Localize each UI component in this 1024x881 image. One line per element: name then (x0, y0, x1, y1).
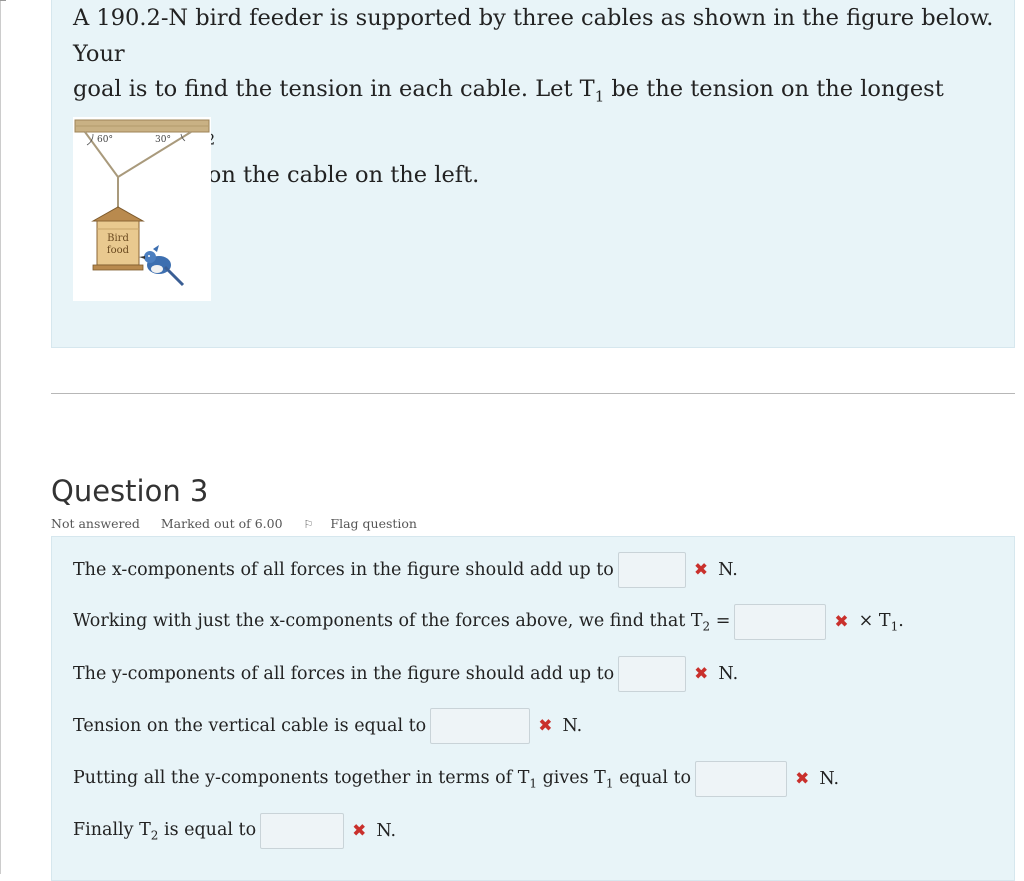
row-4-unit: N. (562, 716, 583, 736)
x-components-sum-input[interactable] (617, 552, 686, 588)
row-1-label: The x-components of all forces in the fi… (73, 560, 614, 580)
t2-ratio-input[interactable] (734, 604, 827, 640)
answer-row-2: Working with just the x-components of th… (73, 602, 904, 642)
incorrect-icon: ✖ (693, 560, 709, 580)
answer-row-1: The x-components of all forces in the fi… (73, 550, 738, 590)
question-status: Not answered (51, 516, 140, 531)
incorrect-icon: ✖ (538, 716, 553, 736)
question-separator (51, 393, 1015, 394)
question-text: A 190.2-N bird feeder is supported by th… (73, 1, 1003, 194)
incorrect-icon: ✖ (795, 769, 810, 789)
row-4-label: Tension on the vertical cable is equal t… (73, 716, 427, 736)
feeder-label-1: Bird (107, 233, 129, 244)
row-2-unit: × T1. (858, 610, 904, 634)
feeder-tray (92, 264, 144, 271)
row-6-unit: N. (376, 821, 397, 841)
question-line-1: A 190.2-N bird feeder is supported by th… (73, 5, 994, 67)
row-5-unit: N. (819, 769, 840, 789)
question-line-2-part-a: goal is to find the tension in each cabl… (73, 76, 595, 102)
question-line-3: the tension on the cable on the left. (73, 162, 480, 188)
row-6-label: Finally T2 is equal to (73, 819, 257, 843)
left-border-tick (0, 0, 6, 1)
row-3-unit: N. (718, 664, 739, 684)
y-components-sum-input[interactable] (618, 656, 687, 692)
question-text-panel: A 190.2-N bird feeder is supported by th… (51, 0, 1015, 348)
incorrect-icon: ✖ (694, 664, 709, 684)
t2-value-input[interactable] (260, 813, 345, 849)
answer-row-5: Putting all the y-components together in… (73, 759, 839, 799)
question-meta: Not answered Marked out of 6.00 ⚐ Flag qu… (51, 516, 451, 531)
vertical-tension-input[interactable] (430, 708, 531, 744)
bird-illustration (139, 245, 185, 287)
question-line-2: goal is to find the tension in each cabl… (73, 72, 1003, 158)
subscript-1: 1 (594, 87, 605, 106)
row-1-unit: N. (718, 560, 738, 580)
row-2-label: Working with just the x-components of th… (73, 610, 731, 634)
answer-panel: The x-components of all forces in the fi… (51, 536, 1015, 881)
answer-row-6: Finally T2 is equal to ✖ N. (73, 811, 396, 851)
angle-right-label: 30° (155, 135, 171, 145)
question-title: Question 3 (51, 474, 209, 508)
t1-value-input[interactable] (695, 761, 788, 797)
bird-feeder-figure: 60° 30° Bird food (73, 117, 211, 301)
flag-question-link[interactable]: ⚐ Flag question (304, 516, 434, 531)
bird-feeder-illustration: 60° 30° Bird food (74, 119, 210, 287)
feeder-label-2: food (107, 245, 130, 256)
question-marks: Marked out of 6.00 (160, 516, 283, 531)
flag-question-label: Flag question (330, 516, 417, 531)
answer-row-3: The y-components of all forces in the fi… (73, 654, 738, 694)
incorrect-icon: ✖ (352, 821, 367, 841)
flag-icon: ⚐ (303, 518, 314, 531)
left-border (0, 0, 1, 874)
angle-left-label: 60° (97, 135, 113, 145)
row-5-label: Putting all the y-components together in… (73, 767, 692, 791)
answer-row-4: Tension on the vertical cable is equal t… (73, 706, 582, 746)
incorrect-icon: ✖ (834, 612, 849, 632)
feeder-roof (91, 206, 145, 222)
row-3-label: The y-components of all forces in the fi… (73, 664, 615, 684)
